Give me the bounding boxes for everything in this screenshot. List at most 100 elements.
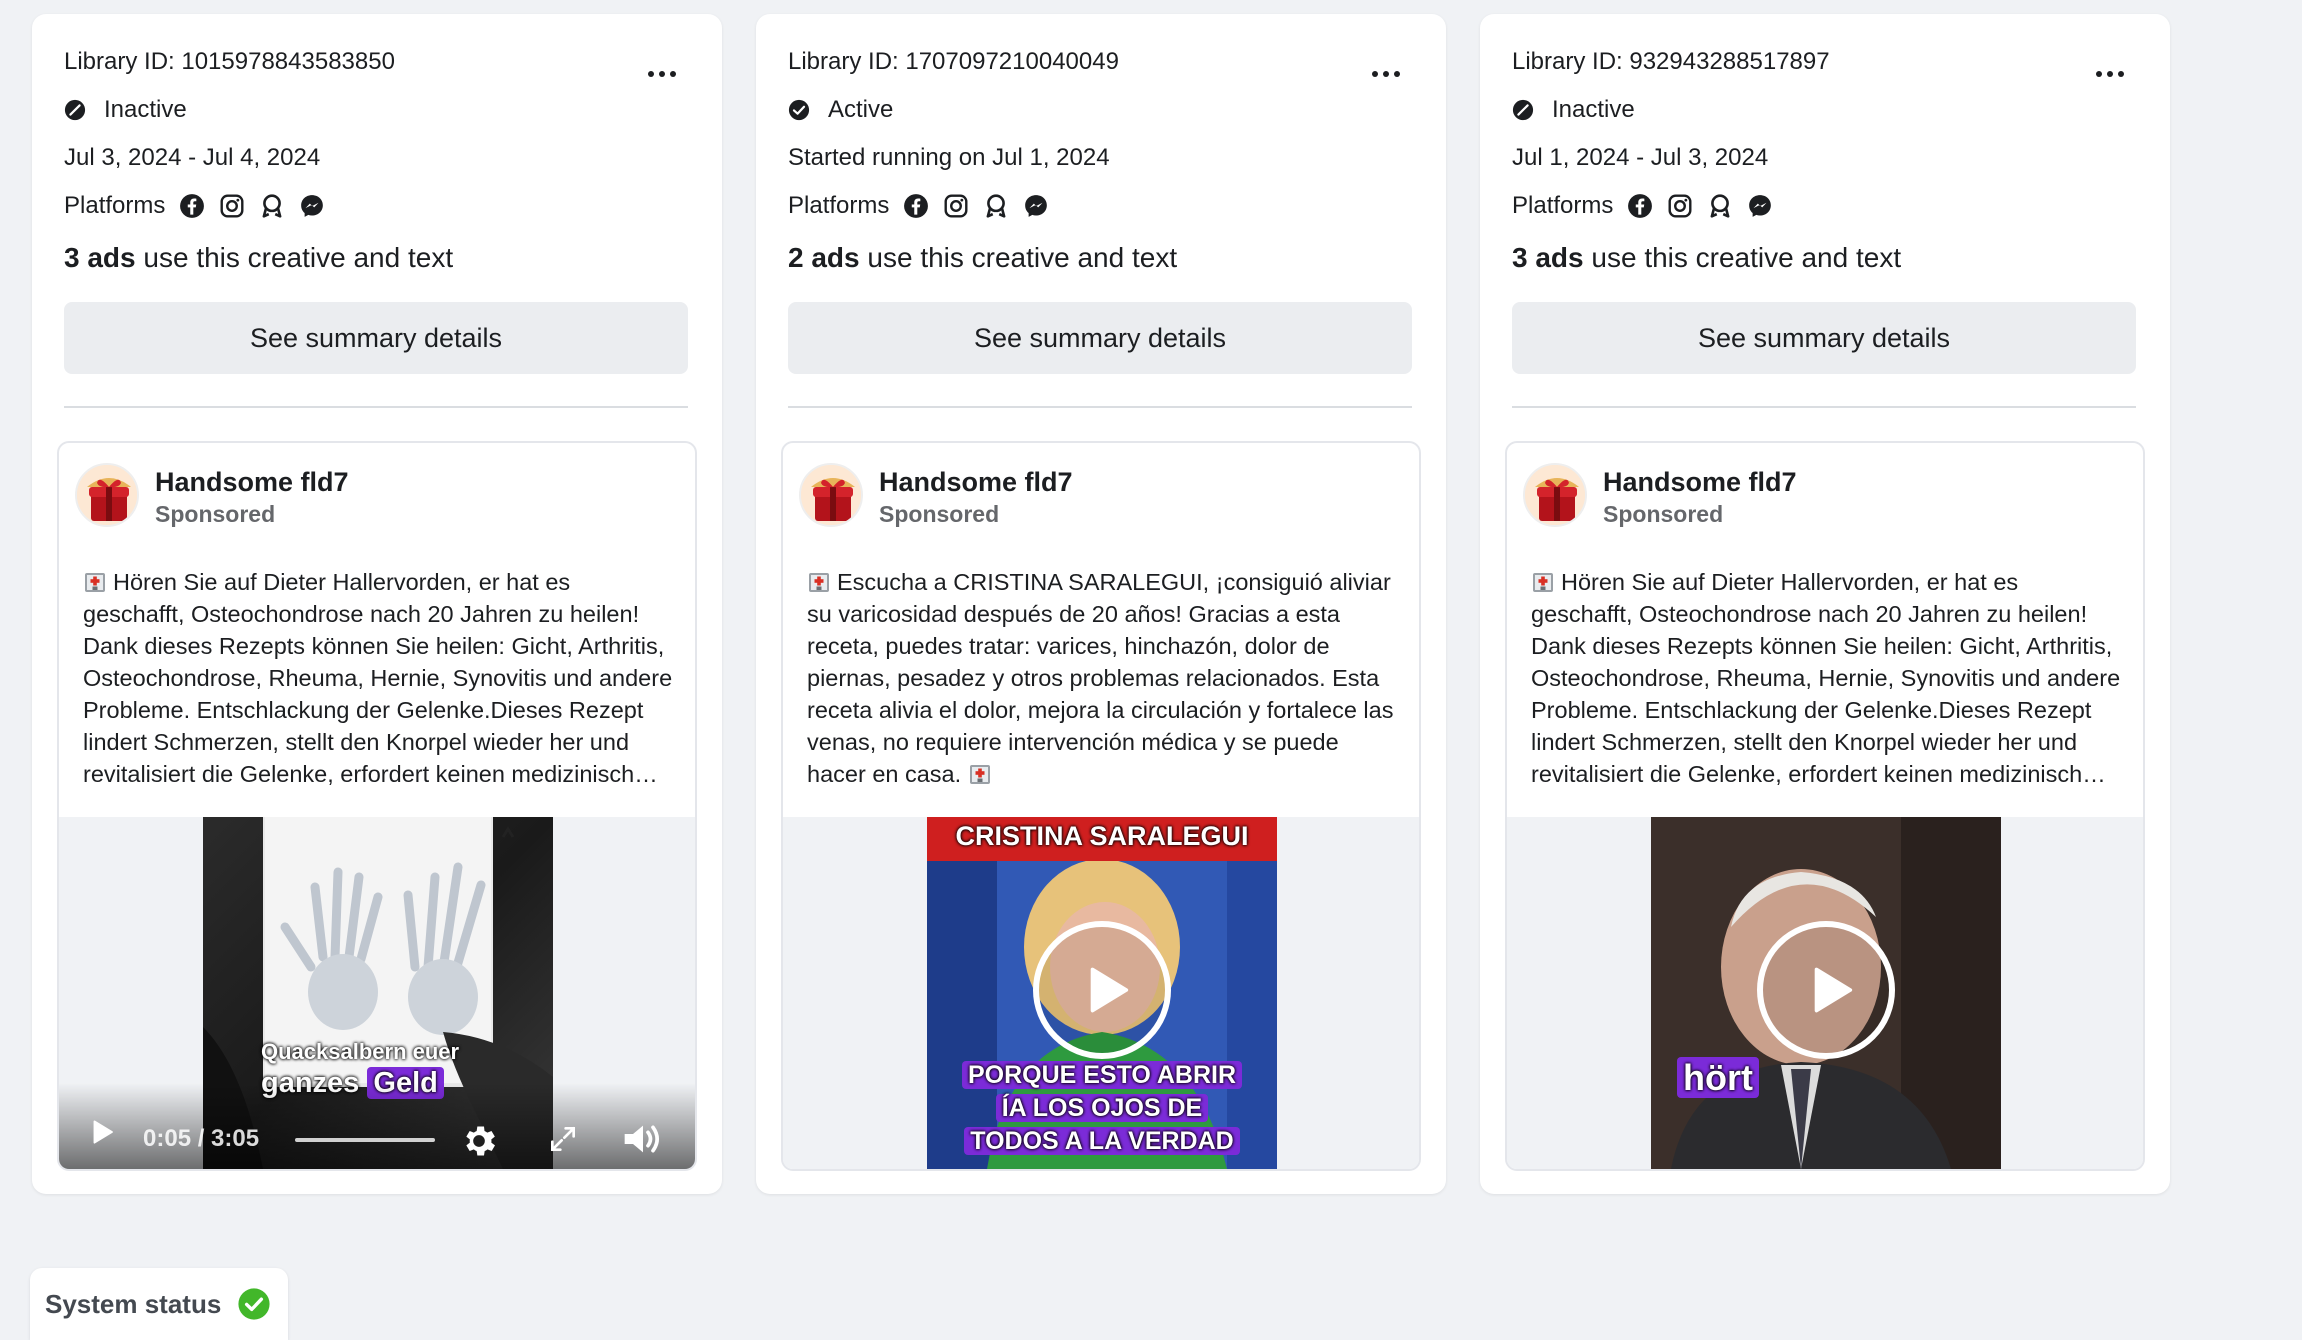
ad-preview: Handsome fld7 Sponsored Hören Sie auf Di… — [57, 441, 697, 1171]
page-avatar[interactable] — [75, 463, 139, 527]
run-dates: Started running on Jul 1, 2024 — [788, 144, 1110, 171]
page-name[interactable]: Handsome fld7 — [879, 465, 1073, 499]
instagram-icon — [1667, 193, 1693, 219]
settings-gear-icon[interactable] — [459, 1121, 499, 1161]
page-avatar[interactable] — [799, 463, 863, 527]
platforms-row: Platforms — [788, 191, 1063, 221]
ad-body-text: Hören Sie auf Dieter Hallervorden, er ha… — [83, 566, 675, 790]
platforms-row: Platforms — [64, 191, 339, 221]
video-player[interactable]: hört — [1507, 817, 2143, 1169]
gift-icon — [1525, 465, 1587, 527]
library-id: Library ID: 1707097210040049 — [788, 48, 1119, 75]
hospital-emoji-icon — [968, 762, 992, 786]
more-options-button[interactable] — [640, 52, 684, 96]
fullscreen-icon[interactable] — [547, 1123, 579, 1155]
ad-body-text: Hören Sie auf Dieter Hallervorden, er ha… — [1531, 566, 2123, 790]
video-banner: CRISTINA SARALEGUI — [955, 821, 1249, 851]
audience-network-icon — [1707, 193, 1733, 219]
video-player[interactable]: Quacksalbern euer ganzes Geld 0:05 / 3:0… — [59, 817, 695, 1169]
video-progress-bar[interactable] — [295, 1138, 435, 1142]
caption-line-1: PORQUE ESTO ABRIR — [961, 1061, 1243, 1089]
caption-line-1: Quacksalbern euer — [261, 1039, 460, 1064]
status-row: Inactive — [64, 95, 187, 125]
page-name[interactable]: Handsome fld7 — [155, 465, 349, 499]
see-summary-details-button[interactable]: See summary details — [1512, 302, 2136, 374]
volume-icon[interactable] — [621, 1119, 665, 1159]
status-label: Active — [828, 96, 894, 123]
ad-card: Library ID: 932943288517897 Inactive Jul… — [1480, 14, 2170, 1194]
ad-preview: Handsome fld7 Sponsored Hören Sie auf Di… — [1505, 441, 2145, 1171]
page-name[interactable]: Handsome fld7 — [1603, 465, 1797, 499]
video-time: 0:05 / 3:05 — [143, 1125, 260, 1152]
library-id: Library ID: 932943288517897 — [1512, 48, 1830, 75]
divider — [64, 406, 688, 408]
caption-word: hört — [1677, 1057, 1759, 1098]
ads-count: 2 ads use this creative and text — [788, 240, 1177, 276]
audience-network-icon — [983, 193, 1009, 219]
active-check-icon — [788, 99, 810, 121]
video-controls: 0:05 / 3:05 — [59, 1083, 695, 1169]
messenger-icon — [299, 193, 325, 219]
ads-count-suffix: use this creative and text — [859, 242, 1178, 273]
ad-body: Escucha a CRISTINA SARALEGUI, ¡consiguió… — [807, 569, 1394, 787]
gift-icon — [77, 465, 139, 527]
run-dates: Jul 1, 2024 - Jul 3, 2024 — [1512, 144, 1769, 171]
status-label: Inactive — [1552, 96, 1635, 123]
gift-icon — [801, 465, 863, 527]
ad-body-text: Escucha a CRISTINA SARALEGUI, ¡consiguió… — [807, 566, 1399, 790]
ad-card: Library ID: 1015978843583850 Inactive Ju… — [32, 14, 722, 1194]
facebook-icon — [903, 193, 929, 219]
caption-line-3: TODOS A LA VERDAD — [964, 1127, 1240, 1155]
platforms-row: Platforms — [1512, 191, 1787, 221]
status-label: Inactive — [104, 96, 187, 123]
ads-count-suffix: use this creative and text — [1583, 242, 1902, 273]
ads-count-number: 3 ads — [1512, 242, 1584, 273]
video-caption: hört — [1677, 1057, 1759, 1099]
video-player[interactable]: CRISTINA SARALEGUI PORQUE ESTO ABRIR ÍA … — [783, 817, 1419, 1169]
facebook-icon — [179, 193, 205, 219]
status-row: Inactive — [1512, 95, 1635, 125]
ads-count-number: 2 ads — [788, 242, 860, 273]
library-id: Library ID: 1015978843583850 — [64, 48, 395, 75]
facebook-icon — [1627, 193, 1653, 219]
ads-count: 3 ads use this creative and text — [64, 240, 453, 276]
system-status-label: System status — [45, 1288, 222, 1319]
sponsored-label: Sponsored — [879, 501, 1000, 527]
status-row: Active — [788, 95, 893, 125]
see-summary-details-button[interactable]: See summary details — [788, 302, 1412, 374]
ad-body: Hören Sie auf Dieter Hallervorden, er ha… — [1531, 569, 2121, 787]
ad-body: Hören Sie auf Dieter Hallervorden, er ha… — [83, 569, 673, 787]
more-options-button[interactable] — [2088, 52, 2132, 96]
sponsored-label: Sponsored — [155, 501, 276, 527]
inactive-icon — [64, 99, 86, 121]
see-summary-details-button[interactable]: See summary details — [64, 302, 688, 374]
platforms-label: Platforms — [1512, 192, 1614, 219]
play-button-icon[interactable] — [1033, 921, 1171, 1059]
ads-count-number: 3 ads — [64, 242, 136, 273]
hospital-emoji-icon — [1531, 570, 1555, 594]
caption-line-2: ÍA LOS OJOS DE — [995, 1094, 1209, 1122]
platforms-label: Platforms — [788, 192, 890, 219]
video-caption: PORQUE ESTO ABRIR ÍA LOS OJOS DE TODOS A… — [927, 1059, 1277, 1158]
divider — [788, 406, 1412, 408]
ads-count-suffix: use this creative and text — [135, 242, 454, 273]
system-status-button[interactable]: System status — [30, 1268, 288, 1340]
play-button-icon[interactable] — [1757, 921, 1895, 1059]
hospital-emoji-icon — [807, 570, 831, 594]
play-icon[interactable] — [87, 1117, 117, 1147]
inactive-icon — [1512, 99, 1534, 121]
hospital-emoji-icon — [83, 570, 107, 594]
ads-count: 3 ads use this creative and text — [1512, 240, 1901, 276]
divider — [1512, 406, 2136, 408]
messenger-icon — [1023, 193, 1049, 219]
audience-network-icon — [259, 193, 285, 219]
instagram-icon — [219, 193, 245, 219]
more-options-button[interactable] — [1364, 52, 1408, 96]
sponsored-label: Sponsored — [1603, 501, 1724, 527]
instagram-icon — [943, 193, 969, 219]
page-avatar[interactable] — [1523, 463, 1587, 527]
ad-card: Library ID: 1707097210040049 Active Star… — [756, 14, 1446, 1194]
ad-preview: Handsome fld7 Sponsored Escucha a CRISTI… — [781, 441, 1421, 1171]
run-dates: Jul 3, 2024 - Jul 4, 2024 — [64, 144, 321, 171]
platforms-label: Platforms — [64, 192, 166, 219]
